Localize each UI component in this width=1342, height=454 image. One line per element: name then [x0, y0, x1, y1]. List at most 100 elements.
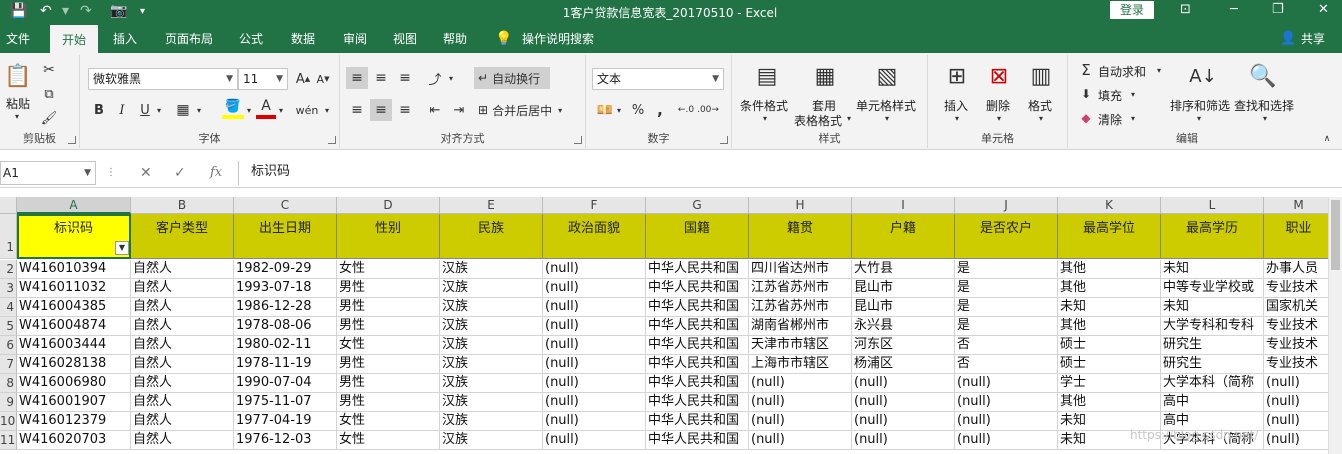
table-cell[interactable]: 硕士 [1058, 336, 1161, 355]
tab-page-layout[interactable]: 页面布局 [158, 25, 220, 53]
row-header[interactable]: 3 [0, 279, 17, 298]
header-cell[interactable]: 标识码 [17, 214, 131, 259]
table-cell[interactable]: W416006980 [17, 374, 131, 393]
table-cell[interactable]: (null) [852, 393, 955, 412]
table-cell[interactable]: 汉族 [440, 412, 543, 431]
table-format-label-2[interactable]: 表格格式 [794, 112, 842, 129]
scrollbar-thumb[interactable] [1331, 200, 1340, 270]
table-cell[interactable]: 专业技术 [1264, 279, 1334, 298]
column-header-f[interactable]: F [543, 197, 646, 214]
table-cell[interactable]: 汉族 [440, 431, 543, 450]
orientation-icon[interactable]: ⤴ [424, 67, 446, 89]
chevron-down-icon[interactable]: ▾ [1036, 113, 1046, 123]
row-header[interactable]: 11 [0, 431, 17, 450]
conditional-format-button[interactable]: 条件格式 [740, 97, 788, 114]
undo-icon[interactable]: ↶ [40, 3, 52, 19]
font-name-select[interactable]: 微软雅黑 ▼ [88, 68, 238, 90]
insert-cells-button[interactable]: 插入 [944, 97, 968, 114]
table-cell[interactable]: 汉族 [440, 317, 543, 336]
table-cell[interactable]: W416004874 [17, 317, 131, 336]
chevron-down-icon[interactable]: ▾ [994, 113, 1004, 123]
align-middle-icon[interactable]: ≡ [370, 67, 392, 89]
bold-button[interactable]: B [90, 100, 108, 120]
table-cell[interactable]: 是 [955, 279, 1058, 298]
header-cell[interactable]: 政治面貌 [543, 214, 646, 259]
table-cell[interactable]: 中华人民共和国 [646, 374, 749, 393]
table-cell[interactable]: 汉族 [440, 336, 543, 355]
column-header-e[interactable]: E [440, 197, 543, 214]
filter-dropdown-icon[interactable]: ▼ [115, 241, 129, 255]
percent-button[interactable]: % [628, 99, 648, 121]
customize-toolbar-icon[interactable]: ▾ [140, 6, 145, 17]
chevron-down-icon[interactable]: ▾ [1260, 113, 1270, 123]
minimize-icon[interactable]: ─ [1230, 2, 1238, 17]
header-cell[interactable]: 职业 [1264, 214, 1334, 259]
tab-home[interactable]: 开始 [50, 25, 98, 53]
table-cell[interactable]: 河东区 [852, 336, 955, 355]
wrap-text-button[interactable]: ↵ 自动换行 [474, 67, 550, 89]
table-cell[interactable]: 大学专科和专科 [1161, 317, 1264, 336]
cut-icon[interactable]: ✂ [40, 61, 58, 79]
currency-icon[interactable]: 💴 [594, 99, 616, 121]
table-cell[interactable]: 大竹县 [852, 260, 955, 279]
cell-style-button[interactable]: 单元格样式 [856, 97, 916, 114]
row-header[interactable]: 10 [0, 412, 17, 431]
row-header[interactable]: 5 [0, 317, 17, 336]
table-cell[interactable]: 男性 [337, 355, 440, 374]
table-cell[interactable]: 四川省达州市 [749, 260, 852, 279]
table-cell[interactable]: 高中 [1161, 393, 1264, 412]
insert-function-button[interactable]: fx [210, 165, 222, 180]
table-cell[interactable]: 1978-08-06 [234, 317, 337, 336]
table-cell[interactable]: 自然人 [131, 355, 234, 374]
chevron-down-icon[interactable]: ▾ [1194, 113, 1204, 123]
table-cell[interactable]: (null) [543, 298, 646, 317]
table-cell[interactable]: (null) [543, 374, 646, 393]
table-cell[interactable]: (null) [749, 393, 852, 412]
save-icon[interactable]: 💾 [10, 3, 27, 19]
row-header[interactable]: 6 [0, 336, 17, 355]
column-header-m[interactable]: M [1264, 197, 1334, 214]
align-bottom-icon[interactable]: ≡ [394, 67, 416, 89]
table-cell[interactable]: 女性 [337, 336, 440, 355]
close-icon[interactable]: ✕ [1318, 2, 1329, 17]
phonetic-dropdown-icon[interactable]: ▾ [322, 100, 332, 120]
table-cell[interactable]: 其他 [1058, 279, 1161, 298]
sort-filter-button[interactable]: 排序和筛选 [1170, 97, 1230, 114]
column-header-j[interactable]: J [955, 197, 1058, 214]
table-cell[interactable]: (null) [955, 374, 1058, 393]
table-cell[interactable]: 研究生 [1161, 336, 1264, 355]
table-cell[interactable]: 江苏省苏州市 [749, 298, 852, 317]
tab-help[interactable]: 帮助 [434, 25, 476, 53]
table-cell[interactable]: 是 [955, 298, 1058, 317]
table-cell[interactable]: 女性 [337, 260, 440, 279]
clear-button[interactable]: 清除 [1098, 111, 1122, 128]
chevron-down-icon[interactable]: ▾ [1128, 111, 1138, 125]
table-cell[interactable]: 中华人民共和国 [646, 336, 749, 355]
align-left-icon[interactable]: ≡ [346, 99, 368, 121]
table-cell[interactable]: 是 [955, 317, 1058, 336]
header-cell[interactable]: 性别 [337, 214, 440, 259]
column-header-l[interactable]: L [1161, 197, 1264, 214]
table-cell[interactable]: 专业技术 [1264, 317, 1334, 336]
table-cell[interactable]: (null) [749, 412, 852, 431]
comma-button[interactable]: , [650, 99, 670, 121]
table-cell[interactable]: (null) [955, 431, 1058, 450]
column-header-g[interactable]: G [646, 197, 749, 214]
column-header-h[interactable]: H [749, 197, 852, 214]
increase-decimal-icon[interactable]: ←.0 [676, 99, 696, 121]
fill-button[interactable]: 填充 [1098, 87, 1122, 104]
select-all-button[interactable] [0, 197, 17, 214]
tab-data[interactable]: 数据 [282, 25, 324, 53]
copy-icon[interactable]: ⧉ [40, 85, 58, 103]
table-cell[interactable]: 中等专业学校或 [1161, 279, 1264, 298]
row-header[interactable]: 8 [0, 374, 17, 393]
table-cell[interactable]: (null) [749, 431, 852, 450]
column-header-a[interactable]: A [17, 197, 131, 214]
table-cell[interactable]: 否 [955, 355, 1058, 374]
align-top-icon[interactable]: ≡ [346, 67, 368, 89]
table-cell[interactable]: 自然人 [131, 393, 234, 412]
italic-button[interactable]: I [113, 100, 131, 120]
table-cell[interactable]: (null) [543, 336, 646, 355]
table-cell[interactable]: 男性 [337, 298, 440, 317]
table-cell[interactable]: (null) [543, 317, 646, 336]
